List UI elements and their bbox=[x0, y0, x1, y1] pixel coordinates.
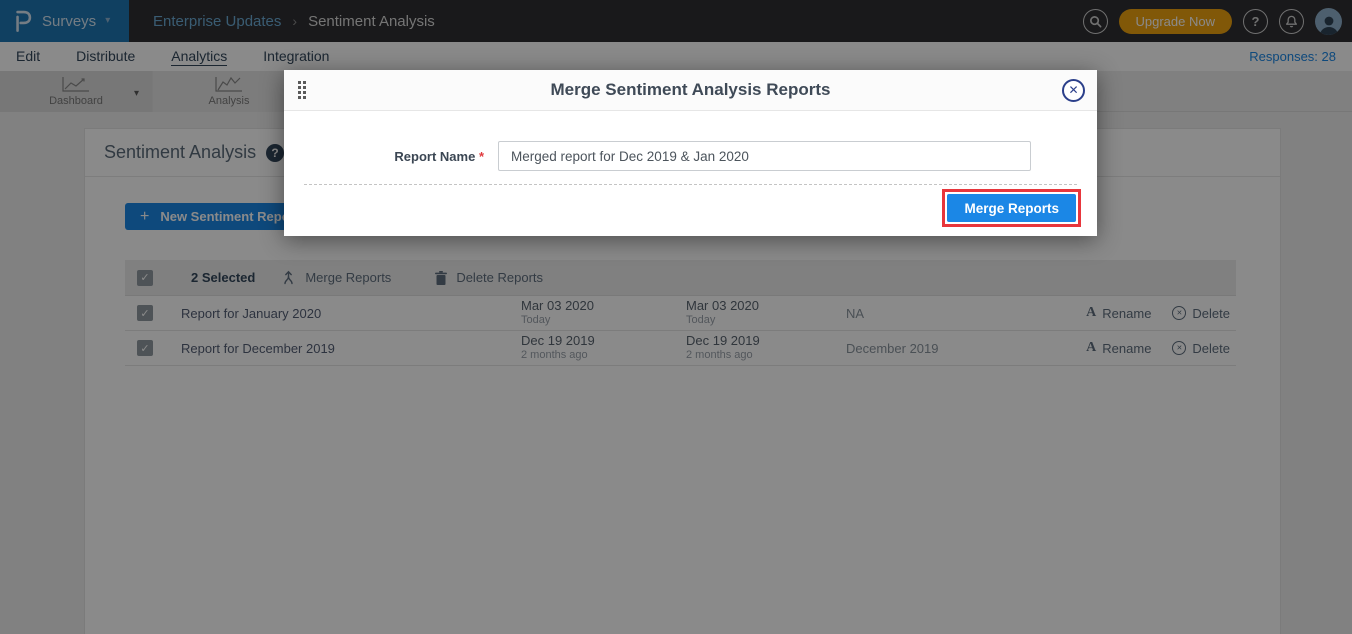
page: Surveys ▾ Enterprise Updates › Sentiment… bbox=[0, 0, 1352, 634]
required-asterisk: * bbox=[479, 149, 484, 164]
modal-body: Report Name * bbox=[284, 111, 1097, 171]
merge-reports-submit-button[interactable]: Merge Reports bbox=[947, 194, 1076, 222]
modal-footer: Merge Reports bbox=[284, 185, 1097, 236]
report-name-input[interactable] bbox=[498, 141, 1031, 171]
merge-reports-modal: Merge Sentiment Analysis Reports ✕ Repor… bbox=[284, 70, 1097, 236]
report-name-label: Report Name * bbox=[380, 149, 484, 164]
report-name-label-text: Report Name bbox=[394, 149, 475, 164]
modal-close-button[interactable]: ✕ bbox=[1062, 79, 1085, 102]
close-icon: ✕ bbox=[1068, 83, 1078, 97]
highlight-annotation: Merge Reports bbox=[942, 189, 1081, 227]
modal-header: Merge Sentiment Analysis Reports ✕ bbox=[284, 70, 1097, 111]
modal-title: Merge Sentiment Analysis Reports bbox=[284, 80, 1097, 100]
